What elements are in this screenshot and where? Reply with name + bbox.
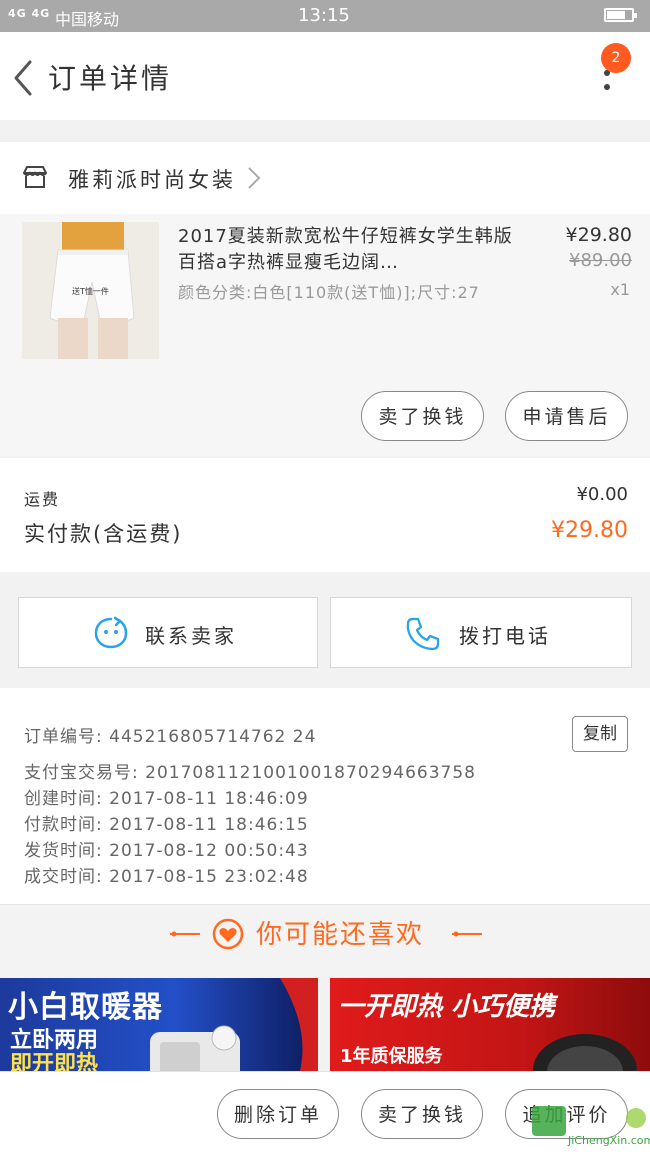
carrier-name: 中国移动 bbox=[55, 10, 120, 29]
notification-badge: 2 bbox=[601, 43, 631, 73]
recommend-title: 你可能还喜欢 bbox=[256, 920, 425, 950]
completed-time: 成交时间: 2017-08-15 23:02:48 bbox=[24, 867, 309, 887]
red-ribbon bbox=[280, 978, 318, 1071]
shop-name[interactable]: 雅莉派时尚女装 bbox=[68, 164, 236, 194]
product-original-price: ¥89.00 bbox=[569, 250, 632, 271]
product-title[interactable]: 2017夏装新款宽松牛仔短裤女学生韩版百搭a字热裤显瘦毛边阔… bbox=[178, 224, 518, 276]
call-phone-button[interactable]: 拨打电话 bbox=[330, 597, 632, 668]
status-bar: 4G 4G 中国移动 13:15 bbox=[0, 0, 650, 32]
product-quantity: x1 bbox=[610, 280, 630, 299]
alipay-trade-number: 支付宝交易号: 2017081121001001870294663758 bbox=[24, 763, 476, 783]
product-thumbnail[interactable]: 送T恤一件 bbox=[22, 222, 159, 359]
contact-seller-button[interactable]: 联系卖家 bbox=[18, 597, 318, 668]
shipped-time: 发货时间: 2017-08-12 00:50:43 bbox=[24, 841, 309, 861]
banner-portable-line2: 1年质保服务 bbox=[340, 1046, 443, 1067]
back-arrow-icon[interactable] bbox=[10, 58, 40, 98]
store-icon bbox=[23, 166, 47, 188]
portable-heater-image bbox=[533, 1034, 637, 1071]
created-time: 创建时间: 2017-08-11 18:46:09 bbox=[24, 789, 309, 809]
order-number: 订单编号: 445216805714762 24 bbox=[24, 727, 317, 747]
thumbnail-caption: 送T恤一件 bbox=[72, 287, 109, 296]
heater-product-image bbox=[150, 1025, 240, 1071]
battery-icon bbox=[604, 8, 637, 22]
after-sale-button[interactable]: 申请售后 bbox=[505, 391, 628, 441]
fee-summary bbox=[0, 458, 650, 572]
recommend-item-portable-heater[interactable]: 一开即热 小巧便携 1年质保服务 bbox=[330, 978, 650, 1071]
recommend-heart-icon bbox=[170, 918, 244, 950]
banner-portable-line1: 一开即热 小巧便携 bbox=[338, 992, 556, 1022]
contact-seller-label: 联系卖家 bbox=[145, 624, 237, 648]
paid-time: 付款时间: 2017-08-11 18:46:15 bbox=[24, 815, 309, 835]
chevron-right-icon bbox=[248, 167, 261, 189]
call-phone-label: 拨打电话 bbox=[459, 624, 551, 648]
phone-icon bbox=[406, 617, 440, 651]
sell-button-bottom[interactable]: 卖了换钱 bbox=[361, 1089, 483, 1139]
product-sku: 颜色分类:白色[110款(送T恤)];尺寸:27 bbox=[178, 283, 480, 302]
shipping-label: 运费 bbox=[24, 490, 61, 509]
clock: 13:15 bbox=[298, 5, 350, 26]
shipping-value: ¥0.00 bbox=[576, 484, 628, 505]
watermark-text: JiChengXin.com bbox=[568, 1134, 650, 1147]
chat-face-icon bbox=[94, 616, 128, 649]
divider-line bbox=[452, 931, 482, 937]
more-menu-button[interactable] bbox=[592, 70, 622, 96]
delete-order-button[interactable]: 删除订单 bbox=[217, 1089, 339, 1139]
paid-label: 实付款(含运费) bbox=[24, 522, 183, 546]
banner-heater-line3: 即开即热 bbox=[10, 1052, 99, 1071]
copy-button[interactable]: 复制 bbox=[572, 716, 628, 752]
site-watermark: JiChengXin.com bbox=[528, 1104, 650, 1148]
paid-value: ¥29.80 bbox=[551, 518, 628, 543]
recommend-item-heater[interactable]: 小白取暖器 立卧两用 即开即热 bbox=[0, 978, 318, 1071]
signal-indicator: 4G 4G bbox=[8, 7, 51, 20]
page-title: 订单详情 bbox=[48, 62, 173, 95]
product-price: ¥29.80 bbox=[565, 224, 632, 246]
sell-button[interactable]: 卖了换钱 bbox=[361, 391, 484, 441]
